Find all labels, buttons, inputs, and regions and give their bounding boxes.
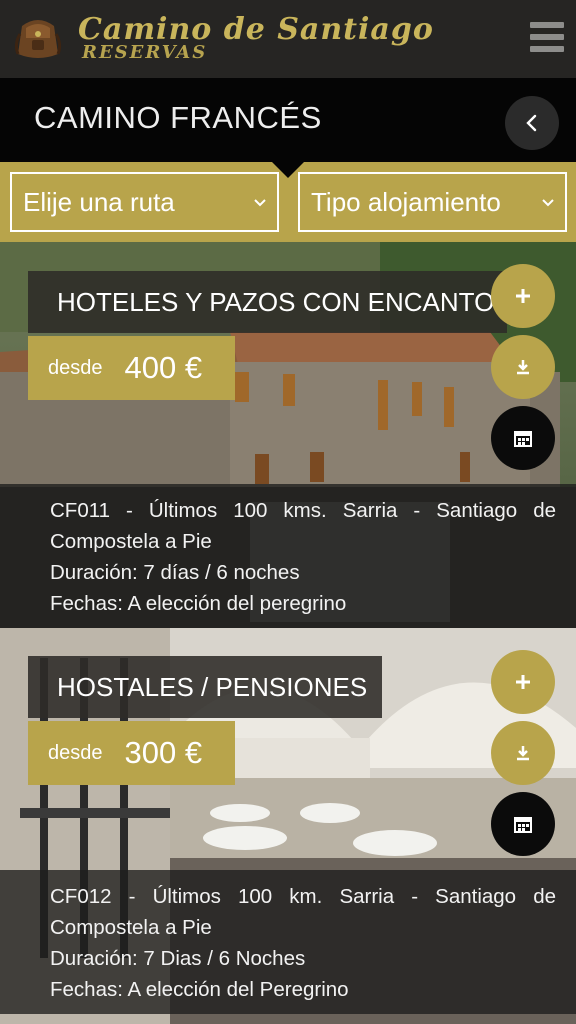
- price-tag: desde 300 €: [28, 721, 235, 785]
- route-text: CF012 - Últimos 100 km. Sarria - Santiag…: [50, 885, 556, 939]
- download-button[interactable]: [491, 721, 555, 785]
- back-button[interactable]: [505, 96, 559, 150]
- route-select[interactable]: Elije una ruta: [10, 172, 279, 232]
- route-text: CF011 - Últimos 100 kms. Sarria - Santia…: [50, 499, 556, 553]
- plus-icon: [516, 289, 530, 303]
- menu-bar: [530, 34, 564, 40]
- price-prefix: desde: [48, 356, 103, 379]
- dates-text: Fechas: A elección del peregrino: [50, 592, 347, 615]
- card-title: HOTELES Y PAZOS CON ENCANTO: [28, 271, 507, 333]
- price-prefix: desde: [48, 741, 103, 764]
- add-button[interactable]: [491, 650, 555, 714]
- brand-subtitle: RESERVAS: [82, 42, 208, 63]
- page-title: CAMINO FRANCÉS: [34, 100, 322, 135]
- chevron-down-icon: [254, 199, 266, 207]
- duration-text: Duración: 7 días / 6 noches: [50, 561, 300, 584]
- calendar-button[interactable]: [491, 792, 555, 856]
- backpack-logo-icon: [14, 20, 62, 58]
- add-button[interactable]: [491, 264, 555, 328]
- card-title: HOSTALES / PENSIONES: [28, 656, 382, 718]
- menu-bar: [530, 22, 564, 28]
- price-tag: desde 400 €: [28, 336, 235, 400]
- price-value: 300 €: [124, 735, 203, 770]
- chevron-down-icon: [542, 199, 554, 207]
- menu-bar: [530, 46, 564, 52]
- app-header: Camino de Santiago RESERVAS: [0, 0, 576, 78]
- price-value: 400 €: [124, 350, 203, 385]
- section-header: CAMINO FRANCÉS: [0, 78, 576, 162]
- duration-text: Duración: 7 Dias / 6 Noches: [50, 947, 306, 970]
- accommodation-select[interactable]: Tipo alojamiento: [298, 172, 567, 232]
- calendar-button[interactable]: [491, 406, 555, 470]
- download-button[interactable]: [491, 335, 555, 399]
- accommodation-select-label: Tipo alojamiento: [311, 186, 501, 217]
- chevron-left-icon: [526, 114, 537, 132]
- offer-card[interactable]: HOSTALES / PENSIONES desde 300 € CF012 -…: [0, 628, 576, 1024]
- card-details: CF011 - Últimos 100 kms. Sarria - Santia…: [0, 484, 576, 628]
- plus-icon: [516, 675, 530, 689]
- hamburger-menu-icon[interactable]: [530, 22, 564, 52]
- dates-text: Fechas: A elección del Peregrino: [50, 978, 349, 1001]
- download-icon: [517, 746, 529, 761]
- calendar-icon: [514, 431, 532, 447]
- route-select-label: Elije una ruta: [23, 186, 175, 217]
- download-icon: [517, 360, 529, 375]
- calendar-icon: [514, 817, 532, 833]
- card-details: CF012 - Últimos 100 km. Sarria - Santiag…: [0, 870, 576, 1014]
- offer-card[interactable]: HOTELES Y PAZOS CON ENCANTO desde 400 € …: [0, 242, 576, 628]
